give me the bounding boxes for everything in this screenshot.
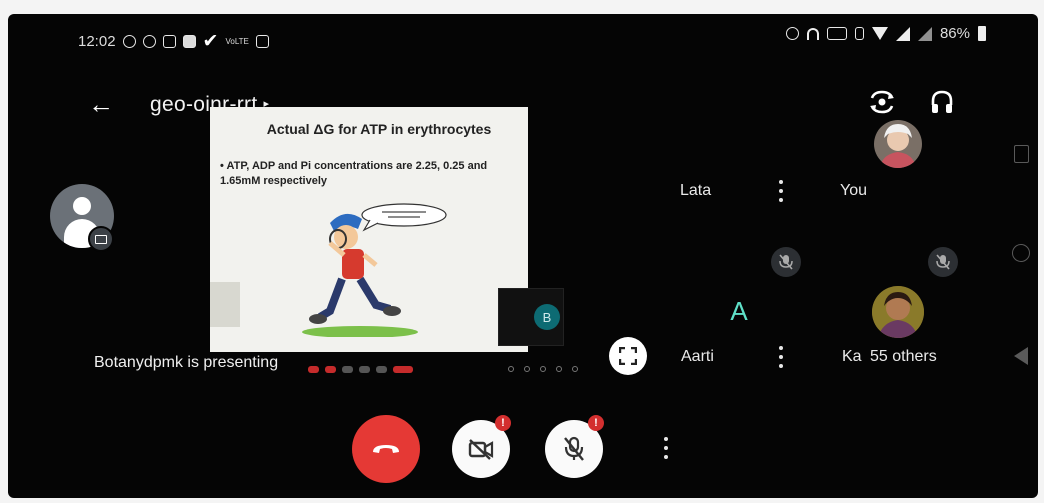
signal-icon (895, 26, 910, 41)
whatsapp-icon (142, 35, 156, 48)
presentation-controls (308, 366, 413, 373)
signal-icon-2 (917, 26, 932, 41)
switch-camera-button[interactable] (864, 84, 900, 120)
pres-dot-4 (556, 366, 562, 372)
audio-output-button[interactable] (924, 84, 960, 120)
switch-camera-icon (870, 90, 894, 114)
battery-percent: 86% (939, 25, 970, 42)
pres-ctl-5 (376, 366, 387, 373)
hd-icon (826, 27, 847, 40)
vibrate-icon (854, 27, 864, 40)
speech-bubble-illustration (361, 203, 447, 232)
others-photo (872, 286, 924, 338)
gmail-icon (162, 35, 176, 48)
mic-off-icon-lata (771, 247, 801, 277)
headset-icon (806, 27, 819, 40)
status-bar: 12:02 ✔ VoLTE 86% (8, 14, 1038, 70)
fullscreen-button[interactable] (609, 337, 647, 375)
participant-name-ka: Ka (842, 348, 862, 365)
pres-ctl-3 (342, 366, 353, 373)
present-screen-icon (95, 234, 107, 244)
pres-dot-1 (508, 366, 514, 372)
pres-ctl-2 (325, 366, 336, 373)
nav-back-icon[interactable] (1014, 347, 1028, 365)
pres-dot-3 (540, 366, 546, 372)
you-photo (874, 120, 922, 168)
pres-ctl-1 (308, 366, 319, 373)
network-label-icon: VoLTE (225, 37, 249, 46)
slide-grey-block (210, 282, 240, 327)
record-icon (122, 35, 136, 48)
presentation-controls-right (508, 366, 578, 372)
fullscreen-icon (619, 347, 637, 365)
gallery-icon (182, 35, 196, 48)
slide-bullet: • ATP, ADP and Pi concentrations are 2.2… (220, 160, 488, 187)
alarm-icon (785, 27, 799, 40)
pres-ctl-6 (393, 366, 413, 373)
slide-title: Actual ΔG for ATP in erythrocytes (266, 121, 492, 137)
pres-dot-5 (572, 366, 578, 372)
end-call-button[interactable] (352, 415, 420, 483)
presenting-label: Botanydpmk is presenting (94, 354, 279, 371)
pres-ctl-4 (359, 366, 370, 373)
participant-name-aarti: Aarti (681, 348, 714, 365)
status-right: 86% (785, 25, 986, 42)
more-options-button[interactable] (658, 434, 674, 462)
participant-avatar-aarti: A (730, 295, 748, 326)
presenting-badge (88, 226, 114, 252)
battery-icon (978, 26, 986, 41)
wifi-icon (871, 27, 888, 40)
participant-name-you: You (840, 182, 867, 199)
presented-slide: Actual ΔG for ATP in erythrocytes • ATP,… (210, 107, 528, 352)
status-left: 12:02 ✔ VoLTE (78, 31, 269, 52)
participant-menu-lata[interactable] (771, 178, 791, 204)
participant-menu-aarti[interactable] (771, 344, 791, 370)
person-head-icon (73, 197, 91, 215)
phone-screen: 12:02 ✔ VoLTE 86% ← geo-oinr-rrt ▸ Actua… (8, 14, 1038, 498)
mic-alert-badge: ! (588, 415, 604, 431)
mini-tile-avatar: B (534, 304, 560, 330)
screen-icon (255, 35, 269, 48)
others-count-label[interactable]: 55 others (870, 348, 937, 366)
check-icon: ✔ (202, 31, 219, 52)
back-arrow-icon[interactable]: ← (88, 91, 114, 117)
mic-off-icon-you (928, 247, 958, 277)
participant-name-lata: Lata (680, 182, 712, 199)
camera-alert-badge: ! (495, 415, 511, 431)
nav-home-icon[interactable] (1012, 244, 1030, 262)
nav-recents-icon[interactable] (1014, 145, 1029, 163)
camera-off-icon (468, 439, 494, 460)
headphones-icon (931, 90, 953, 113)
mic-off-icon (564, 436, 584, 461)
status-time: 12:02 (78, 33, 116, 50)
hangup-icon (373, 445, 399, 453)
pres-dot-2 (524, 366, 530, 372)
